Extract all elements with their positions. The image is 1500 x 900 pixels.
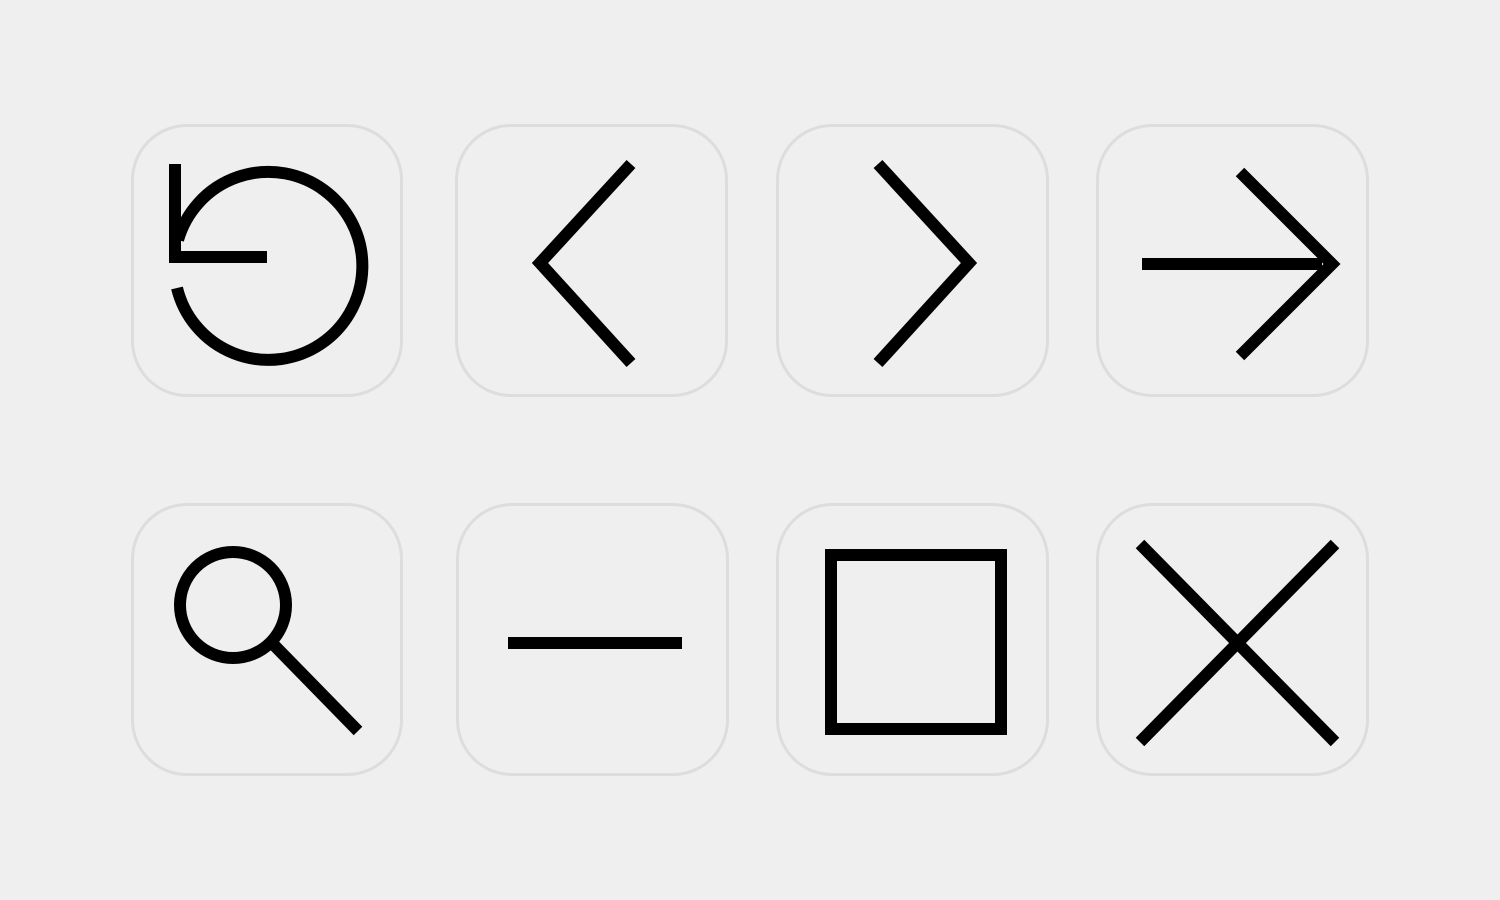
chevron-right-icon [873,159,978,368]
search-button[interactable] [131,503,403,776]
close-icon [1135,539,1340,747]
next-button[interactable] [1096,124,1369,397]
refresh-button[interactable] [131,124,403,397]
minimize-icon [508,637,682,649]
maximize-button[interactable] [776,503,1049,776]
close-button[interactable] [1096,503,1369,776]
forward-button[interactable] [776,124,1049,397]
refresh-icon [169,164,369,366]
arrow-right-icon [1142,167,1341,361]
search-icon [174,546,363,736]
icon-gallery: { "icons": [ {"name": "refresh-icon", "c… [0,0,1500,900]
maximize-icon [825,549,1007,735]
minimize-button[interactable] [456,503,729,776]
chevron-left-icon [531,159,636,368]
back-button[interactable] [455,124,728,397]
